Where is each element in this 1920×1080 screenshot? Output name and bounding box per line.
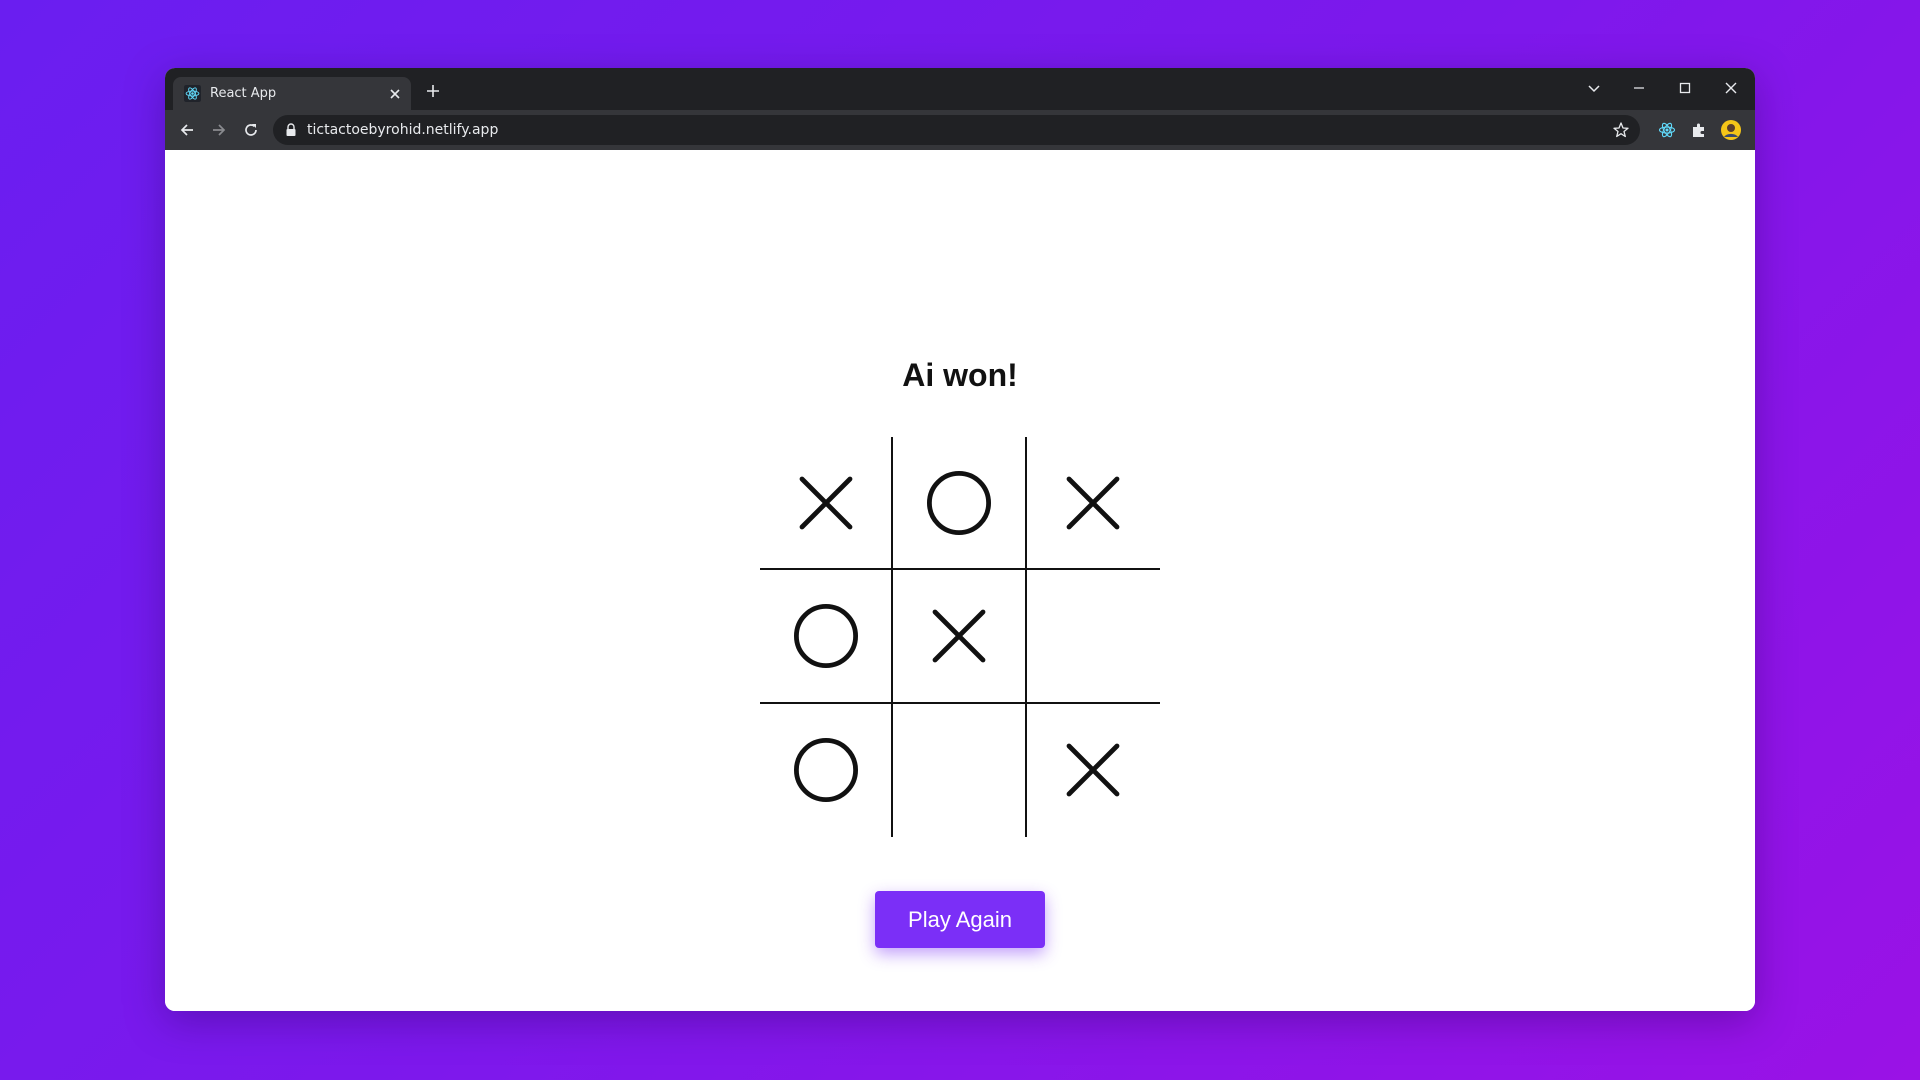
react-devtools-icon[interactable] [1656, 119, 1678, 141]
profile-avatar[interactable] [1720, 119, 1742, 141]
game-status: Ai won! [902, 357, 1018, 393]
o-mark-icon [926, 470, 991, 535]
maximize-icon[interactable] [1671, 76, 1699, 100]
reload-icon[interactable] [240, 119, 262, 141]
bookmark-star-icon[interactable] [1612, 121, 1630, 139]
react-logo-icon [184, 85, 201, 102]
board-cell[interactable] [760, 703, 894, 837]
x-mark-icon [1066, 476, 1120, 530]
tab-search-icon[interactable] [1580, 76, 1608, 100]
address-bar[interactable]: tictactoebyrohid.netlify.app [273, 115, 1640, 145]
close-window-icon[interactable] [1717, 76, 1745, 100]
new-tab-icon[interactable] [424, 82, 442, 100]
browser-window: React App tictactoebyrohid.netlify.app A… [165, 68, 1755, 1011]
x-mark-icon [1066, 743, 1120, 797]
title-bar: React App [165, 68, 1755, 110]
o-mark-icon [793, 603, 858, 668]
board-cell[interactable] [893, 703, 1027, 837]
close-tab-icon[interactable] [388, 87, 402, 101]
o-mark-icon [793, 738, 858, 803]
x-mark-icon [932, 609, 986, 663]
game-board [760, 437, 1160, 837]
x-mark-icon [799, 476, 853, 530]
play-again-button[interactable]: Play Again [875, 891, 1045, 948]
lock-icon [285, 123, 297, 137]
browser-tab[interactable]: React App [173, 77, 411, 110]
page-content: Ai won! Play Again [165, 150, 1755, 1011]
board-cell[interactable] [1027, 704, 1160, 837]
back-arrow-icon[interactable] [176, 119, 198, 141]
browser-toolbar: tictactoebyrohid.netlify.app [165, 110, 1755, 150]
forward-arrow-icon[interactable] [208, 119, 230, 141]
board-cell[interactable] [893, 570, 1027, 704]
board-cell[interactable] [1026, 570, 1160, 704]
board-cell[interactable] [1026, 437, 1160, 571]
board-cell[interactable] [760, 570, 894, 704]
url-text: tictactoebyrohid.netlify.app [307, 122, 499, 138]
extensions-puzzle-icon[interactable] [1688, 119, 1710, 141]
board-cell[interactable] [760, 437, 894, 571]
board-cell[interactable] [893, 437, 1027, 571]
more-menu-icon[interactable] [1752, 119, 1755, 141]
minimize-icon[interactable] [1625, 76, 1653, 100]
tab-title: React App [210, 86, 277, 101]
